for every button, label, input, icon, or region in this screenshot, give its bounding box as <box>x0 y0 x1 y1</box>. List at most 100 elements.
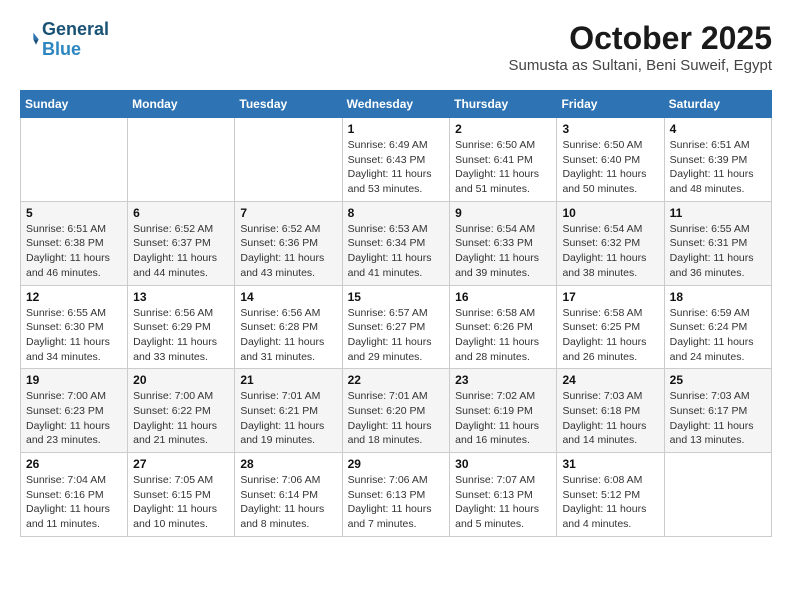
calendar-cell: 5Sunrise: 6:51 AM Sunset: 6:38 PM Daylig… <box>21 201 128 285</box>
calendar-cell: 20 Sunrise: 7:00 AM Sunset: 6:22 PM Dayli… <box>128 369 235 453</box>
calendar-cell: 18Sunrise: 6:59 AM Sunset: 6:24 PM Dayli… <box>664 285 771 369</box>
day-number: 1 <box>348 122 445 136</box>
day-number: 10 <box>562 206 658 220</box>
calendar-cell: 3 Sunrise: 6:50 AM Sunset: 6:40 PM Daylig… <box>557 118 664 202</box>
day-info: Sunrise: 7:02 AM Sunset: 6:19 PM Dayligh… <box>455 389 551 448</box>
day-info: Sunrise: 6:08 AM Sunset: 5:12 PM Dayligh… <box>562 473 658 532</box>
weekday-header-sunday: Sunday <box>21 91 128 118</box>
day-info: Sunrise: 7:04 AM Sunset: 6:16 PM Dayligh… <box>26 473 122 532</box>
day-number: 27 <box>133 457 229 471</box>
day-info: Sunrise: 6:58 AM Sunset: 6:25 PM Dayligh… <box>562 306 658 365</box>
day-info: Sunrise: 7:01 AM Sunset: 6:21 PM Dayligh… <box>240 389 336 448</box>
day-number: 12 <box>26 290 122 304</box>
logo: GeneralBlue <box>20 20 109 60</box>
day-info: Sunrise: 7:03 AM Sunset: 6:17 PM Dayligh… <box>670 389 766 448</box>
calendar-cell: 25 Sunrise: 7:03 AM Sunset: 6:17 PM Dayli… <box>664 369 771 453</box>
calendar-cell: 1 Sunrise: 6:49 AM Sunset: 6:43 PM Daylig… <box>342 118 450 202</box>
day-number: 29 <box>348 457 445 471</box>
day-number: 14 <box>240 290 336 304</box>
calendar-cell: 19Sunrise: 7:00 AM Sunset: 6:23 PM Dayli… <box>21 369 128 453</box>
weekday-header-tuesday: Tuesday <box>235 91 342 118</box>
calendar-cell: 15 Sunrise: 6:57 AM Sunset: 6:27 PM Dayli… <box>342 285 450 369</box>
day-info: Sunrise: 7:06 AM Sunset: 6:13 PM Dayligh… <box>348 473 445 532</box>
day-info: Sunrise: 7:05 AM Sunset: 6:15 PM Dayligh… <box>133 473 229 532</box>
calendar-cell: 27 Sunrise: 7:05 AM Sunset: 6:15 PM Dayli… <box>128 453 235 537</box>
calendar-cell: 21Sunrise: 7:01 AM Sunset: 6:21 PM Dayli… <box>235 369 342 453</box>
weekday-header-thursday: Thursday <box>450 91 557 118</box>
day-info: Sunrise: 6:57 AM Sunset: 6:27 PM Dayligh… <box>348 306 445 365</box>
day-number: 30 <box>455 457 551 471</box>
calendar-week-row: 12 Sunrise: 6:55 AM Sunset: 6:30 PM Dayli… <box>21 285 772 369</box>
calendar-cell: 7 Sunrise: 6:52 AM Sunset: 6:36 PM Daylig… <box>235 201 342 285</box>
day-info: Sunrise: 6:55 AM Sunset: 6:30 PM Dayligh… <box>26 306 122 365</box>
day-info: Sunrise: 6:59 AM Sunset: 6:24 PM Dayligh… <box>670 306 766 365</box>
day-info: Sunrise: 7:00 AM Sunset: 6:23 PM Dayligh… <box>26 389 122 448</box>
weekday-header-row: SundayMondayTuesdayWednesdayThursdayFrid… <box>21 91 772 118</box>
day-info: Sunrise: 6:50 AM Sunset: 6:41 PM Dayligh… <box>455 138 551 197</box>
calendar-table: SundayMondayTuesdayWednesdayThursdayFrid… <box>20 90 772 537</box>
day-number: 22 <box>348 373 445 387</box>
calendar-cell: 29 Sunrise: 7:06 AM Sunset: 6:13 PM Dayli… <box>342 453 450 537</box>
calendar-cell: 22 Sunrise: 7:01 AM Sunset: 6:20 PM Dayli… <box>342 369 450 453</box>
calendar-cell: 26 Sunrise: 7:04 AM Sunset: 6:16 PM Dayli… <box>21 453 128 537</box>
calendar-cell: 2 Sunrise: 6:50 AM Sunset: 6:41 PM Daylig… <box>450 118 557 202</box>
calendar-cell: 13 Sunrise: 6:56 AM Sunset: 6:29 PM Dayli… <box>128 285 235 369</box>
day-number: 11 <box>670 206 766 220</box>
day-number: 24 <box>562 373 658 387</box>
day-info: Sunrise: 6:52 AM Sunset: 6:37 PM Dayligh… <box>133 222 229 281</box>
calendar-cell: 8 Sunrise: 6:53 AM Sunset: 6:34 PM Daylig… <box>342 201 450 285</box>
day-info: Sunrise: 7:01 AM Sunset: 6:20 PM Dayligh… <box>348 389 445 448</box>
day-number: 5 <box>26 206 122 220</box>
day-info: Sunrise: 6:51 AM Sunset: 6:39 PM Dayligh… <box>670 138 766 197</box>
calendar-cell <box>128 118 235 202</box>
day-number: 3 <box>562 122 658 136</box>
day-info: Sunrise: 6:49 AM Sunset: 6:43 PM Dayligh… <box>348 138 445 197</box>
day-number: 26 <box>26 457 122 471</box>
day-number: 16 <box>455 290 551 304</box>
day-number: 31 <box>562 457 658 471</box>
day-number: 15 <box>348 290 445 304</box>
day-number: 2 <box>455 122 551 136</box>
calendar-cell: 17 Sunrise: 6:58 AM Sunset: 6:25 PM Dayli… <box>557 285 664 369</box>
day-info: Sunrise: 7:00 AM Sunset: 6:22 PM Dayligh… <box>133 389 229 448</box>
month-title: October 2025 <box>509 20 772 57</box>
day-info: Sunrise: 6:58 AM Sunset: 6:26 PM Dayligh… <box>455 306 551 365</box>
day-number: 17 <box>562 290 658 304</box>
day-info: Sunrise: 6:53 AM Sunset: 6:34 PM Dayligh… <box>348 222 445 281</box>
calendar-week-row: 26 Sunrise: 7:04 AM Sunset: 6:16 PM Dayli… <box>21 453 772 537</box>
title-section: October 2025 Sumusta as Sultani, Beni Su… <box>509 20 772 74</box>
day-info: Sunrise: 6:54 AM Sunset: 6:32 PM Dayligh… <box>562 222 658 281</box>
calendar-cell: 28 Sunrise: 7:06 AM Sunset: 6:14 PM Dayli… <box>235 453 342 537</box>
weekday-header-wednesday: Wednesday <box>342 91 450 118</box>
day-number: 20 <box>133 373 229 387</box>
calendar-week-row: 5Sunrise: 6:51 AM Sunset: 6:38 PM Daylig… <box>21 201 772 285</box>
day-number: 25 <box>670 373 766 387</box>
calendar-cell <box>21 118 128 202</box>
calendar-cell: 11Sunrise: 6:55 AM Sunset: 6:31 PM Dayli… <box>664 201 771 285</box>
day-number: 23 <box>455 373 551 387</box>
day-number: 7 <box>240 206 336 220</box>
day-info: Sunrise: 6:52 AM Sunset: 6:36 PM Dayligh… <box>240 222 336 281</box>
day-info: Sunrise: 7:06 AM Sunset: 6:14 PM Dayligh… <box>240 473 336 532</box>
calendar-cell: 9Sunrise: 6:54 AM Sunset: 6:33 PM Daylig… <box>450 201 557 285</box>
calendar-cell: 4Sunrise: 6:51 AM Sunset: 6:39 PM Daylig… <box>664 118 771 202</box>
location-title: Sumusta as Sultani, Beni Suweif, Egypt <box>509 57 772 74</box>
calendar-week-row: 1 Sunrise: 6:49 AM Sunset: 6:43 PM Daylig… <box>21 118 772 202</box>
calendar-cell <box>235 118 342 202</box>
weekday-header-friday: Friday <box>557 91 664 118</box>
day-number: 13 <box>133 290 229 304</box>
calendar-cell: 14 Sunrise: 6:56 AM Sunset: 6:28 PM Dayli… <box>235 285 342 369</box>
day-info: Sunrise: 7:03 AM Sunset: 6:18 PM Dayligh… <box>562 389 658 448</box>
day-info: Sunrise: 6:56 AM Sunset: 6:29 PM Dayligh… <box>133 306 229 365</box>
calendar-cell <box>664 453 771 537</box>
weekday-header-monday: Monday <box>128 91 235 118</box>
day-number: 28 <box>240 457 336 471</box>
calendar-cell: 31 Sunrise: 6:08 AM Sunset: 5:12 PM Dayli… <box>557 453 664 537</box>
day-number: 6 <box>133 206 229 220</box>
day-number: 8 <box>348 206 445 220</box>
calendar-cell: 10 Sunrise: 6:54 AM Sunset: 6:32 PM Dayli… <box>557 201 664 285</box>
day-info: Sunrise: 6:50 AM Sunset: 6:40 PM Dayligh… <box>562 138 658 197</box>
day-info: Sunrise: 6:56 AM Sunset: 6:28 PM Dayligh… <box>240 306 336 365</box>
calendar-cell: 12 Sunrise: 6:55 AM Sunset: 6:30 PM Dayli… <box>21 285 128 369</box>
day-info: Sunrise: 6:54 AM Sunset: 6:33 PM Dayligh… <box>455 222 551 281</box>
